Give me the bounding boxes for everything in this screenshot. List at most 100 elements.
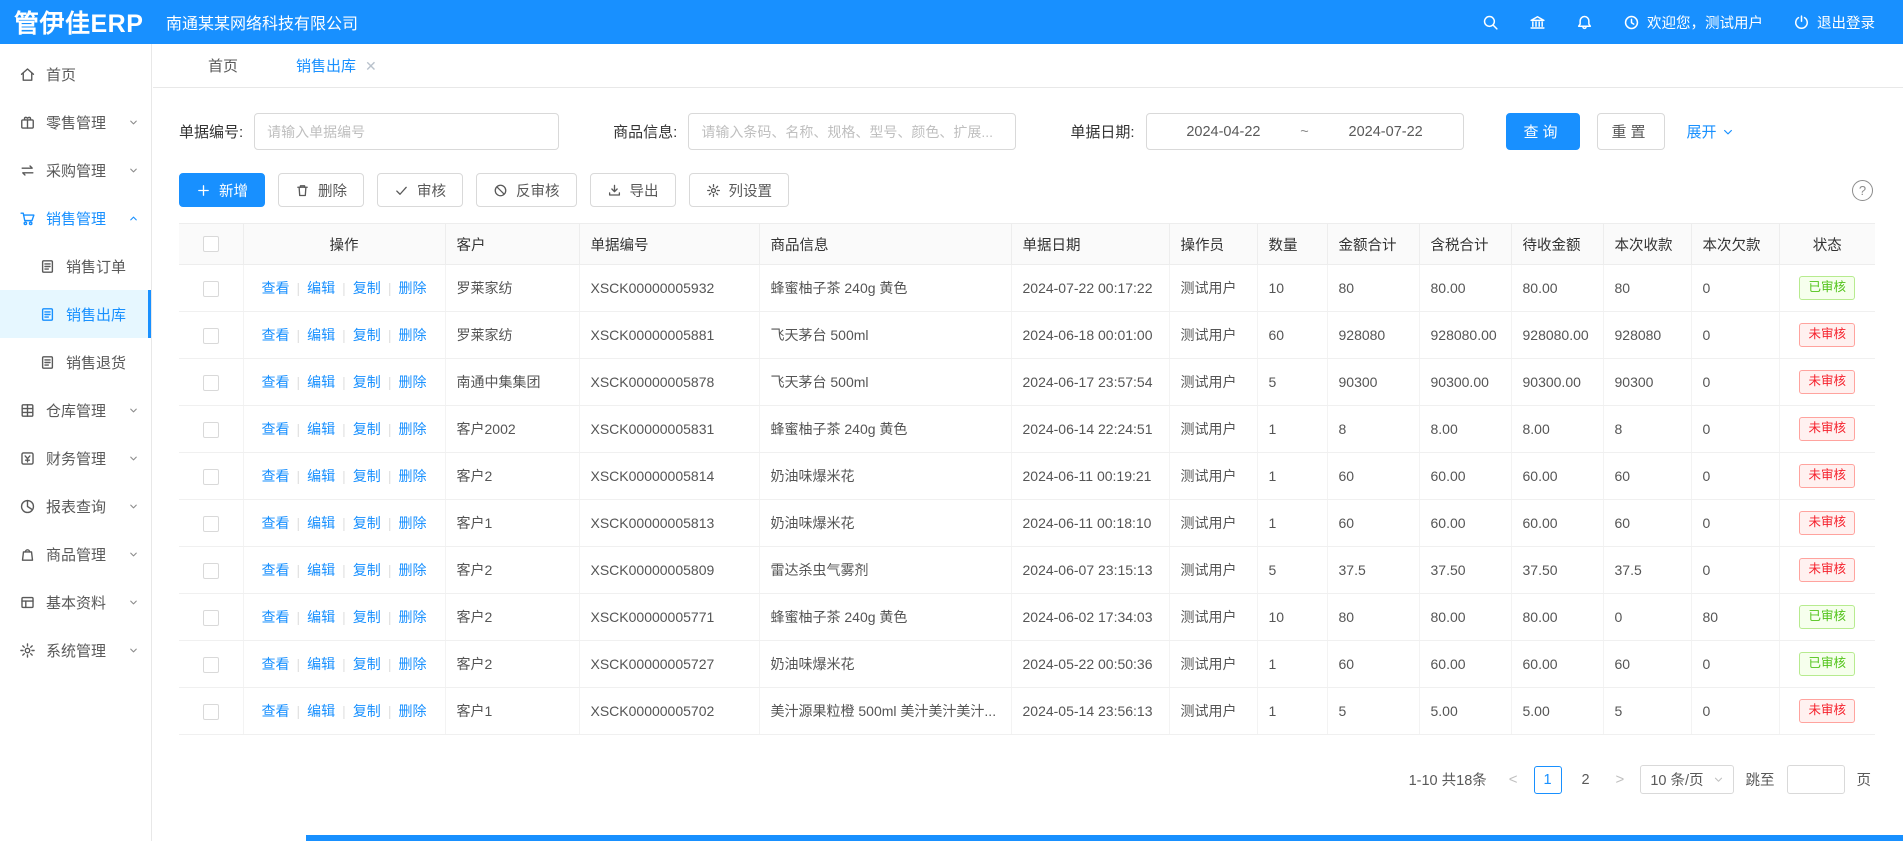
row-action-view[interactable]: 查看 [262, 703, 290, 719]
row-action-delete[interactable]: 删除 [398, 280, 426, 296]
row-action-edit[interactable]: 编辑 [307, 374, 335, 390]
row-action-copy[interactable]: 复制 [353, 421, 381, 437]
row-action-delete[interactable]: 删除 [398, 421, 426, 437]
row-action-copy[interactable]: 复制 [353, 656, 381, 672]
row-action-copy[interactable]: 复制 [353, 562, 381, 578]
delete-button[interactable]: 删除 [278, 173, 364, 207]
app-logo: 管伊佳ERP [0, 4, 150, 40]
row-action-edit[interactable]: 编辑 [307, 468, 335, 484]
row-checkbox[interactable] [203, 657, 219, 673]
row-action-edit[interactable]: 编辑 [307, 515, 335, 531]
date-range-picker[interactable]: 2024-04-22 ~ 2024-07-22 [1146, 113, 1464, 150]
row-action-view[interactable]: 查看 [262, 515, 290, 531]
basic-icon [19, 594, 36, 611]
row-action-delete[interactable]: 删除 [398, 515, 426, 531]
purchase-icon [19, 162, 36, 179]
row-action-edit[interactable]: 编辑 [307, 562, 335, 578]
row-action-copy[interactable]: 复制 [353, 327, 381, 343]
sidebar-item-7[interactable]: 仓库管理 [0, 386, 151, 434]
row-checkbox[interactable] [203, 610, 219, 626]
chevron-down-icon [128, 405, 139, 416]
trash-icon [295, 183, 310, 198]
sidebar-item-12[interactable]: 系统管理 [0, 626, 151, 674]
welcome-user[interactable]: 欢迎您，测试用户 [1623, 12, 1763, 33]
unaudit-button[interactable]: 反审核 [476, 173, 577, 207]
row-action-delete[interactable]: 删除 [398, 703, 426, 719]
tab-sales-outbound[interactable]: 销售出库 ✕ [296, 55, 377, 76]
row-customer: 客户2002 [445, 406, 579, 453]
row-action-edit[interactable]: 编辑 [307, 656, 335, 672]
row-action-view[interactable]: 查看 [262, 609, 290, 625]
row-action-delete[interactable]: 删除 [398, 656, 426, 672]
row-checkbox[interactable] [203, 704, 219, 720]
row-action-view[interactable]: 查看 [262, 468, 290, 484]
sidebar-item-9[interactable]: 报表查询 [0, 482, 151, 530]
bank-icon[interactable] [1529, 14, 1546, 31]
page-button-2[interactable]: 2 [1572, 766, 1600, 794]
product-info-input[interactable] [688, 113, 1016, 150]
row-action-delete[interactable]: 删除 [398, 468, 426, 484]
audit-button[interactable]: 审核 [377, 173, 463, 207]
question-circle-icon[interactable]: ? [1852, 180, 1873, 201]
row-action-copy[interactable]: 复制 [353, 280, 381, 296]
bell-icon[interactable] [1576, 14, 1593, 31]
prev-page-icon[interactable]: < [1505, 771, 1522, 788]
tab-home[interactable]: 首页 [208, 55, 238, 76]
logout-button[interactable]: 退出登录 [1793, 12, 1875, 33]
row-action-edit[interactable]: 编辑 [307, 703, 335, 719]
sidebar-item-3[interactable]: 销售管理 [0, 194, 151, 242]
jump-page-input[interactable] [1787, 765, 1845, 794]
sidebar-item-1[interactable]: 零售管理 [0, 98, 151, 146]
row-action-copy[interactable]: 复制 [353, 468, 381, 484]
row-action-view[interactable]: 查看 [262, 374, 290, 390]
row-checkbox[interactable] [203, 516, 219, 532]
page-button-1[interactable]: 1 [1534, 766, 1562, 794]
column-settings-button[interactable]: 列设置 [689, 173, 790, 207]
row-action-view[interactable]: 查看 [262, 327, 290, 343]
export-button[interactable]: 导出 [590, 173, 676, 207]
sidebar-item-4[interactable]: 销售订单 [0, 242, 151, 290]
row-checkbox[interactable] [203, 375, 219, 391]
row-action-copy[interactable]: 复制 [353, 374, 381, 390]
row-checkbox[interactable] [203, 422, 219, 438]
finance-icon [19, 450, 36, 467]
row-action-delete[interactable]: 删除 [398, 374, 426, 390]
search-button[interactable]: 查询 [1506, 113, 1580, 150]
search-icon[interactable] [1482, 14, 1499, 31]
row-checkbox[interactable] [203, 563, 219, 579]
row-action-edit[interactable]: 编辑 [307, 609, 335, 625]
sidebar-item-10[interactable]: 商品管理 [0, 530, 151, 578]
sidebar-item-6[interactable]: 销售退货 [0, 338, 151, 386]
row-action-view[interactable]: 查看 [262, 562, 290, 578]
row-action-view[interactable]: 查看 [262, 421, 290, 437]
sidebar-item-2[interactable]: 采购管理 [0, 146, 151, 194]
row-checkbox[interactable] [203, 328, 219, 344]
row-action-copy[interactable]: 复制 [353, 703, 381, 719]
row-action-view[interactable]: 查看 [262, 656, 290, 672]
select-all-checkbox[interactable] [203, 236, 219, 252]
row-action-delete[interactable]: 删除 [398, 562, 426, 578]
sidebar-item-5[interactable]: 销售出库 [0, 290, 151, 338]
col-product: 商品信息 [759, 224, 1011, 265]
close-icon[interactable]: ✕ [365, 59, 377, 73]
row-action-delete[interactable]: 删除 [398, 609, 426, 625]
reset-button[interactable]: 重置 [1597, 113, 1665, 150]
row-action-edit[interactable]: 编辑 [307, 280, 335, 296]
row-action-edit[interactable]: 编辑 [307, 327, 335, 343]
sidebar-item-0[interactable]: 首页 [0, 50, 151, 98]
page-size-select[interactable]: 10 条/页 [1640, 765, 1733, 794]
row-checkbox[interactable] [203, 469, 219, 485]
sidebar-item-8[interactable]: 财务管理 [0, 434, 151, 482]
add-button[interactable]: 新增 [179, 173, 265, 207]
next-page-icon[interactable]: > [1612, 771, 1629, 788]
chevron-down-icon [128, 501, 139, 512]
row-action-copy[interactable]: 复制 [353, 609, 381, 625]
expand-link[interactable]: 展开 [1687, 121, 1734, 142]
row-checkbox[interactable] [203, 281, 219, 297]
row-action-edit[interactable]: 编辑 [307, 421, 335, 437]
row-action-view[interactable]: 查看 [262, 280, 290, 296]
row-action-copy[interactable]: 复制 [353, 515, 381, 531]
doc-no-input[interactable] [254, 113, 559, 150]
row-action-delete[interactable]: 删除 [398, 327, 426, 343]
sidebar-item-11[interactable]: 基本资料 [0, 578, 151, 626]
